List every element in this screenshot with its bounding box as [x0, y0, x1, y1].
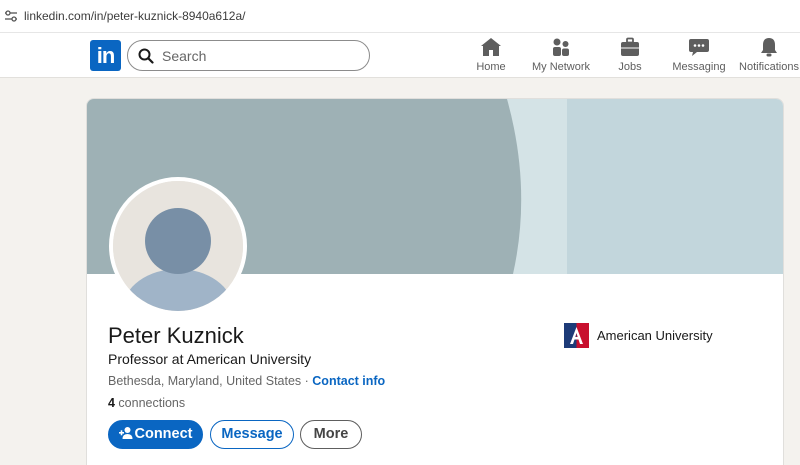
more-button[interactable]: More	[300, 420, 362, 449]
profile-avatar[interactable]	[109, 177, 247, 315]
connect-button[interactable]: Connect	[108, 420, 203, 449]
profile-location: Bethesda, Maryland, United States	[108, 374, 302, 388]
nav-notifications-label: Notifications	[739, 61, 799, 73]
connections-number: 4	[108, 396, 115, 410]
profile-name: Peter Kuznick	[108, 323, 244, 348]
search-box[interactable]	[127, 40, 370, 71]
nav-home-label: Home	[476, 61, 506, 73]
person-placeholder-icon	[113, 181, 243, 311]
nav-my-network-label: My Network	[531, 61, 591, 73]
location-separator: ·	[301, 374, 313, 388]
message-button[interactable]: Message	[210, 420, 294, 449]
connections-label: connections	[114, 396, 186, 410]
nav-jobs[interactable]: Jobs	[615, 37, 645, 75]
top-nav: in Home My Network Jobs	[0, 33, 800, 78]
chat-icon	[689, 39, 709, 56]
briefcase-icon	[621, 37, 639, 56]
nav-my-network[interactable]: My Network	[530, 37, 592, 75]
contact-info-link[interactable]: Contact info	[312, 374, 385, 388]
american-university-logo	[564, 323, 589, 348]
search-input[interactable]	[162, 46, 362, 66]
site-settings-icon[interactable]	[4, 10, 18, 22]
organization-name: American University	[597, 328, 713, 343]
linkedin-logo[interactable]: in	[90, 40, 121, 71]
url-text[interactable]: linkedin.com/in/peter-kuznick-8940a612a/	[24, 9, 245, 23]
connect-label: Connect	[134, 426, 193, 442]
nav-messaging[interactable]: Messaging	[672, 37, 726, 75]
nav-notifications[interactable]: Notifications	[738, 37, 800, 75]
connections-count[interactable]: 4 connections	[108, 396, 185, 410]
nav-messaging-label: Messaging	[672, 61, 726, 73]
profile-headline: Professor at American University	[108, 351, 312, 367]
profile-card: Peter Kuznick Professor at American Univ…	[86, 98, 784, 465]
browser-url-bar[interactable]: linkedin.com/in/peter-kuznick-8940a612a/	[0, 0, 800, 33]
profile-location-line: Bethesda, Maryland, United States · Cont…	[108, 374, 385, 388]
add-person-icon	[118, 427, 132, 439]
nav-jobs-label: Jobs	[618, 61, 642, 73]
search-icon	[138, 48, 154, 64]
nav-home[interactable]: Home	[475, 37, 507, 75]
home-icon	[481, 38, 501, 56]
bell-icon	[761, 38, 777, 57]
people-icon	[553, 38, 569, 56]
